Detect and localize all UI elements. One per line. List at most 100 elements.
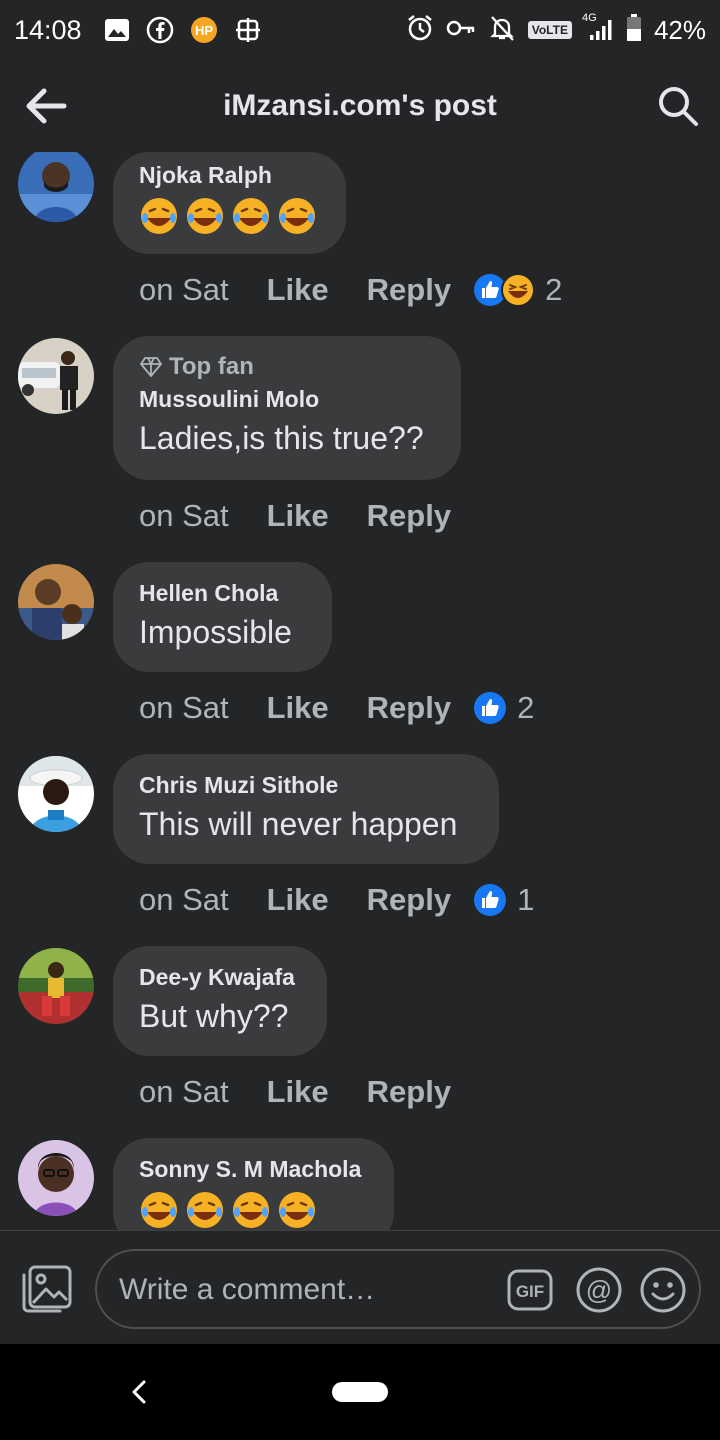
at-sign-icon: @ bbox=[576, 1267, 622, 1313]
arrow-left-icon bbox=[26, 88, 67, 124]
reaction-count: 1 bbox=[517, 882, 535, 917]
status-time: 14:08 bbox=[14, 14, 82, 45]
avatar[interactable] bbox=[18, 948, 94, 1024]
comment-bubble[interactable]: Chris Muzi Sithole This will never happe… bbox=[113, 754, 499, 864]
reactions-summary[interactable]: 2 bbox=[473, 690, 534, 726]
comment-author[interactable]: Mussoulini Molo bbox=[139, 384, 435, 414]
mute-icon bbox=[488, 14, 516, 47]
volte-badge: VoLTE bbox=[527, 21, 572, 39]
avatar[interactable] bbox=[18, 756, 94, 832]
haha-reaction-icon bbox=[501, 273, 536, 307]
comment-text: Impossible bbox=[139, 614, 292, 650]
comment-time[interactable]: on Sat bbox=[139, 498, 229, 534]
reactions-summary[interactable]: 1 bbox=[473, 882, 534, 918]
like-button[interactable]: Like bbox=[267, 882, 329, 918]
comment-text: Ladies,is this true?? bbox=[139, 420, 424, 456]
comment-item: Top fan Mussoulini Molo Ladies,is this t… bbox=[0, 336, 720, 546]
comment-bubble[interactable]: Top fan Mussoulini Molo Ladies,is this t… bbox=[113, 336, 461, 480]
gif-icon: GIF bbox=[507, 1269, 553, 1311]
comment-bubble[interactable]: Sonny S. M Machola 😂😂😂😂 bbox=[113, 1138, 394, 1230]
comment-item: Njoka Ralph 😂😂😂😂 on Sat Like Reply 2 bbox=[0, 152, 720, 332]
comment-time[interactable]: on Sat bbox=[139, 882, 229, 918]
chevron-left-icon bbox=[132, 1380, 146, 1404]
reply-button[interactable]: Reply bbox=[367, 1074, 451, 1110]
like-button[interactable]: Like bbox=[267, 1074, 329, 1110]
laughing-emoji-icon bbox=[233, 198, 269, 234]
comment-text: But why?? bbox=[139, 998, 289, 1034]
laughing-emoji-icon bbox=[233, 1192, 269, 1228]
comment-item: Dee-y Kwajafa But why?? on Sat Like Repl… bbox=[0, 946, 720, 1126]
like-button[interactable]: Like bbox=[267, 498, 329, 534]
app-header: iMzansi.com's post bbox=[0, 60, 720, 152]
laughing-emoji-icon bbox=[279, 198, 315, 234]
comment-input-box[interactable]: GIF @ bbox=[95, 1249, 701, 1329]
comment-actions: on Sat Like Reply bbox=[139, 1072, 489, 1112]
gif-button[interactable]: GIF bbox=[507, 1267, 553, 1313]
battery-icon bbox=[626, 13, 642, 47]
comment-item: Chris Muzi Sithole This will never happe… bbox=[0, 754, 720, 934]
comment-bubble[interactable]: Dee-y Kwajafa But why?? bbox=[113, 946, 327, 1056]
reply-button[interactable]: Reply bbox=[367, 690, 451, 726]
vpn-icon bbox=[234, 16, 262, 44]
avatar[interactable] bbox=[18, 152, 94, 222]
comments-list: Njoka Ralph 😂😂😂😂 on Sat Like Reply 2 bbox=[0, 152, 720, 1230]
reactions-summary[interactable]: 2 bbox=[473, 272, 562, 308]
comment-bubble[interactable]: Njoka Ralph 😂😂😂😂 bbox=[113, 152, 346, 254]
system-nav-bar bbox=[0, 1344, 720, 1440]
reply-button[interactable]: Reply bbox=[367, 882, 451, 918]
like-button[interactable]: Like bbox=[267, 690, 329, 726]
status-right: VoLTE 4G 42% bbox=[406, 12, 706, 47]
svg-text:@: @ bbox=[586, 1275, 612, 1305]
search-button[interactable] bbox=[656, 84, 700, 128]
image-icon bbox=[104, 18, 130, 42]
gif-label: GIF bbox=[516, 1282, 544, 1301]
reply-button[interactable]: Reply bbox=[367, 272, 451, 308]
comment-actions: on Sat Like Reply 2 bbox=[139, 688, 534, 728]
system-back-button[interactable] bbox=[126, 1378, 154, 1406]
photo-button[interactable] bbox=[20, 1263, 74, 1315]
key-icon bbox=[446, 18, 476, 43]
smiley-icon bbox=[640, 1267, 686, 1313]
alarm-icon bbox=[406, 14, 434, 47]
comment-author[interactable]: Njoka Ralph bbox=[139, 160, 320, 190]
comment-author[interactable]: Hellen Chola bbox=[139, 578, 306, 608]
comment-time[interactable]: on Sat bbox=[139, 690, 229, 726]
comment-item: Hellen Chola Impossible on Sat Like Repl… bbox=[0, 562, 720, 742]
comment-time[interactable]: on Sat bbox=[139, 272, 229, 308]
system-home-button[interactable] bbox=[332, 1382, 388, 1402]
comment-bubble[interactable]: Hellen Chola Impossible bbox=[113, 562, 332, 672]
like-reaction-icon bbox=[474, 884, 507, 916]
comment-author[interactable]: Dee-y Kwajafa bbox=[139, 962, 301, 992]
emoji-button[interactable] bbox=[639, 1266, 687, 1314]
reaction-count: 2 bbox=[517, 690, 535, 725]
page-title: iMzansi.com's post bbox=[223, 89, 497, 122]
comment-text: This will never happen bbox=[139, 806, 458, 842]
mention-button[interactable]: @ bbox=[575, 1266, 623, 1314]
svg-text:HP: HP bbox=[195, 23, 213, 38]
laughing-emoji-icon bbox=[187, 198, 223, 234]
like-reaction-icon bbox=[474, 692, 507, 724]
laughing-emoji-icon bbox=[279, 1192, 315, 1228]
laughing-emoji-icon bbox=[141, 198, 177, 234]
like-button[interactable]: Like bbox=[267, 272, 329, 308]
app-icon: HP bbox=[190, 16, 218, 44]
comment-time[interactable]: on Sat bbox=[139, 1074, 229, 1110]
comment-actions: on Sat Like Reply 2 bbox=[139, 270, 562, 310]
comment-author[interactable]: Sonny S. M Machola bbox=[139, 1154, 368, 1184]
emoji-row bbox=[139, 196, 320, 236]
back-button[interactable] bbox=[24, 86, 70, 126]
network-label: 4G bbox=[581, 12, 597, 24]
status-bar: 14:08 HP VoLTE 4G 42% bbox=[0, 0, 720, 60]
comment-author[interactable]: Chris Muzi Sithole bbox=[139, 770, 473, 800]
avatar[interactable] bbox=[18, 1140, 94, 1216]
avatar[interactable] bbox=[18, 564, 94, 640]
reaction-count: 2 bbox=[545, 272, 563, 307]
emoji-row bbox=[139, 1190, 368, 1230]
comment-input[interactable] bbox=[119, 1269, 499, 1311]
reply-button[interactable]: Reply bbox=[367, 498, 451, 534]
photo-icon bbox=[22, 1265, 72, 1313]
top-fan-badge: Top fan bbox=[139, 352, 435, 382]
avatar[interactable] bbox=[18, 338, 94, 414]
diamond-icon bbox=[140, 357, 162, 377]
laughing-emoji-icon bbox=[187, 1192, 223, 1228]
